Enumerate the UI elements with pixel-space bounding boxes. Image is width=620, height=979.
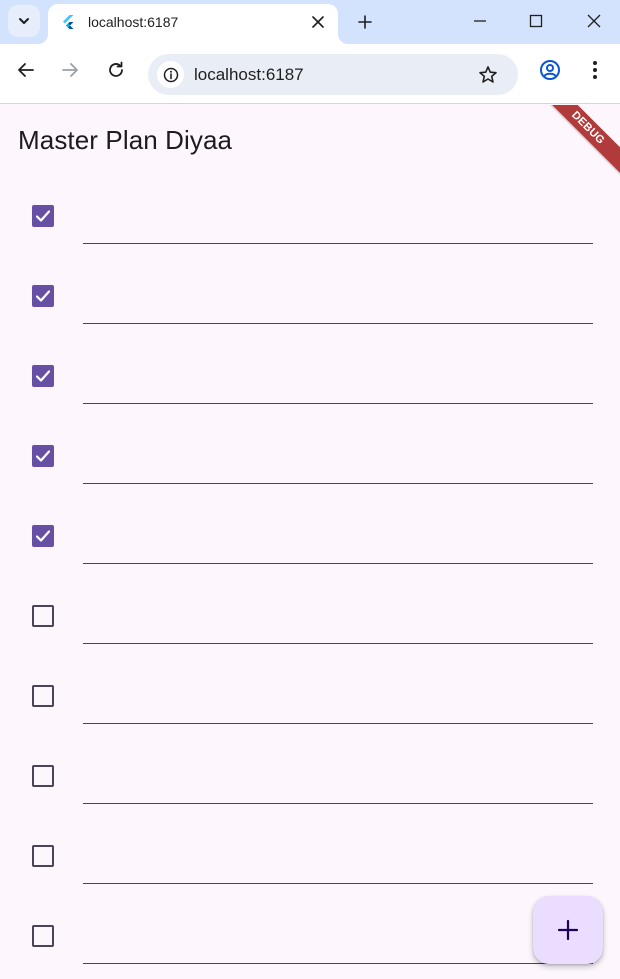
task-checkbox[interactable]: [32, 605, 54, 627]
add-icon: [557, 919, 579, 941]
maximize-button[interactable]: [518, 6, 554, 36]
task-text-field[interactable]: [83, 675, 593, 724]
info-icon: [163, 67, 178, 82]
url-text: localhost:6187: [194, 65, 304, 84]
reload-button[interactable]: [104, 58, 128, 82]
task-checkbox[interactable]: [32, 525, 54, 547]
task-text-field[interactable]: [83, 915, 593, 964]
window-close-button[interactable]: [576, 6, 612, 36]
task-row: [0, 175, 620, 255]
task-text-field[interactable]: [83, 835, 593, 884]
star-icon: [479, 66, 497, 83]
flutter-icon: [63, 15, 74, 29]
tab-search-button[interactable]: [8, 5, 40, 37]
site-info-button[interactable]: [157, 61, 184, 88]
task-checkbox[interactable]: [32, 285, 54, 307]
menu-button[interactable]: [583, 58, 607, 82]
account-circle-icon: [540, 60, 560, 80]
task-checkbox[interactable]: [32, 685, 54, 707]
check-icon: [35, 450, 51, 462]
maximize-icon: [529, 14, 543, 28]
tab-close-button[interactable]: [308, 12, 328, 32]
debug-label: DEBUG: [569, 109, 607, 147]
task-checkbox[interactable]: [32, 845, 54, 867]
bookmark-button[interactable]: [476, 63, 500, 87]
task-text-field[interactable]: [83, 195, 593, 244]
debug-banner: DEBUG: [539, 105, 620, 177]
task-checkbox[interactable]: [32, 205, 54, 227]
task-checkbox[interactable]: [32, 765, 54, 787]
check-icon: [35, 370, 51, 382]
task-row: [0, 655, 620, 735]
task-row: [0, 415, 620, 495]
arrow-left-icon: [18, 63, 34, 77]
task-text-field[interactable]: [83, 355, 593, 404]
minimize-button[interactable]: [462, 6, 498, 36]
address-bar[interactable]: localhost:6187: [148, 54, 518, 95]
new-tab-button[interactable]: [352, 9, 378, 35]
minimize-icon: [474, 20, 486, 22]
task-row: [0, 815, 620, 895]
task-text-field[interactable]: [83, 435, 593, 484]
profile-button[interactable]: [538, 58, 562, 82]
close-icon: [312, 16, 324, 28]
task-checkbox[interactable]: [32, 445, 54, 467]
tab-title: localhost:6187: [88, 14, 179, 30]
page-title: Master Plan Diyaa: [18, 125, 233, 155]
active-tab[interactable]: localhost:6187: [48, 4, 338, 44]
task-row: [0, 335, 620, 415]
more-vertical-icon: [593, 61, 597, 79]
task-row: [0, 255, 620, 335]
arrow-right-icon: [62, 63, 78, 77]
task-checkbox[interactable]: [32, 365, 54, 387]
task-text-field[interactable]: [83, 515, 593, 564]
tab-strip: localhost:6187: [0, 0, 620, 44]
check-icon: [35, 290, 51, 302]
check-icon: [35, 210, 51, 222]
task-text-field[interactable]: [83, 275, 593, 324]
task-row: [0, 735, 620, 815]
task-text-field[interactable]: [83, 595, 593, 644]
reload-icon: [109, 61, 123, 77]
task-checkbox[interactable]: [32, 925, 54, 947]
check-icon: [35, 530, 51, 542]
add-task-button[interactable]: [533, 896, 603, 964]
task-row: [0, 895, 620, 975]
plus-icon: [358, 15, 372, 29]
task-row: [0, 575, 620, 655]
task-list: [0, 175, 620, 975]
back-button[interactable]: [14, 58, 38, 82]
browser-toolbar: localhost:6187: [0, 44, 620, 104]
app-body: Master Plan Diyaa DEBUG: [0, 105, 620, 979]
close-icon: [587, 14, 601, 28]
task-text-field[interactable]: [83, 755, 593, 804]
forward-button[interactable]: [58, 58, 82, 82]
chevron-down-icon: [19, 18, 29, 24]
task-row: [0, 495, 620, 575]
